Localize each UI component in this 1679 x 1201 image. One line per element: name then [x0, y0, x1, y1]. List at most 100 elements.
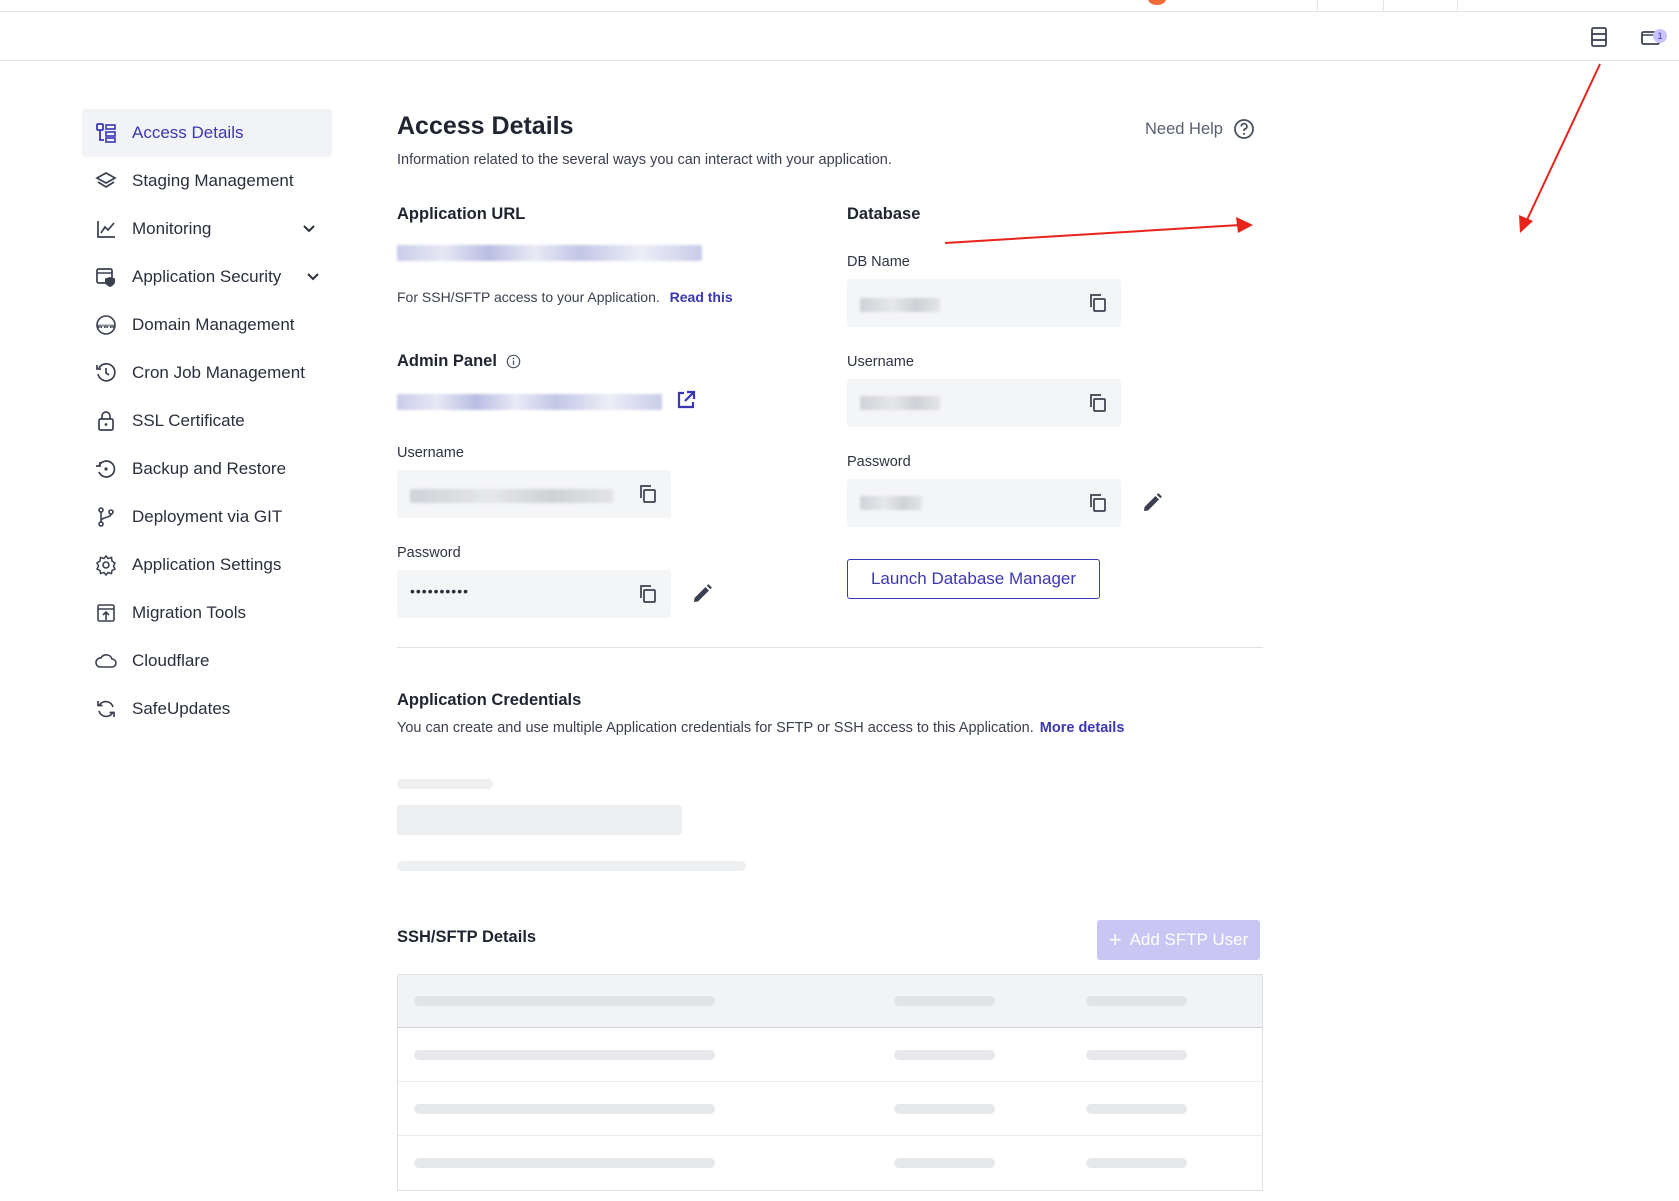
- info-icon[interactable]: [506, 354, 521, 369]
- sidebar-item-label: Backup and Restore: [132, 459, 287, 478]
- db-password-label: Password: [847, 454, 911, 470]
- status-dot: [1148, 0, 1166, 5]
- copy-icon[interactable]: [1087, 292, 1109, 314]
- application-url-value-redacted[interactable]: [397, 245, 702, 261]
- sidebar-item-label: Deployment via GIT: [132, 507, 283, 526]
- db-password-value-redacted: [860, 496, 922, 510]
- database-title: Database: [847, 205, 921, 223]
- admin-username-value-redacted: [410, 489, 613, 503]
- shield-window-icon: [94, 265, 118, 289]
- sidebar-item-cron-job-management[interactable]: Cron Job Management: [82, 349, 332, 397]
- sidebar-item-label: SSL Certificate: [132, 411, 245, 430]
- layers-icon: [94, 169, 118, 193]
- sidebar-item-access-details[interactable]: Access Details: [82, 109, 332, 157]
- svg-text:www: www: [97, 322, 115, 330]
- credentials-description-text: You can create and use multiple Applicat…: [397, 720, 1034, 736]
- lock-icon: [94, 409, 118, 433]
- backup-restore-icon: [94, 457, 118, 481]
- need-help-link[interactable]: Need Help: [1145, 118, 1255, 140]
- sidebar-item-deployment-via-git[interactable]: Deployment via GIT: [82, 493, 332, 541]
- loading-skeleton: [1086, 996, 1187, 1006]
- git-branch-icon: [94, 505, 118, 529]
- top-separator: [1317, 0, 1318, 12]
- admin-password-field[interactable]: ••••••••••: [397, 570, 671, 618]
- table-row: [398, 1136, 1262, 1190]
- question-circle-icon: [1234, 119, 1254, 139]
- credentials-description: You can create and use multiple Applicat…: [397, 720, 1124, 736]
- ssh-access-note-text: For SSH/SFTP access to your Application.: [397, 289, 660, 305]
- need-help-label: Need Help: [1145, 119, 1223, 138]
- annotation-arrow-diagonal: [1519, 63, 1601, 233]
- read-this-link[interactable]: Read this: [670, 289, 733, 305]
- list-details-icon: [94, 121, 118, 145]
- notification-badge: 1: [1653, 29, 1667, 43]
- loading-skeleton: [397, 779, 493, 789]
- annotation-arrow-horizontal: [944, 217, 1253, 244]
- copy-icon[interactable]: [1087, 392, 1109, 414]
- sidebar-item-staging-management[interactable]: Staging Management: [82, 157, 332, 205]
- loading-skeleton: [414, 996, 715, 1006]
- server-list-icon[interactable]: [1586, 24, 1612, 50]
- loading-skeleton: [1086, 1104, 1187, 1114]
- db-name-field[interactable]: [847, 279, 1121, 327]
- sidebar-item-application-settings[interactable]: Application Settings: [82, 541, 332, 589]
- application-url-title: Application URL: [397, 205, 526, 223]
- top-separator: [1457, 0, 1458, 12]
- sidebar-item-application-security[interactable]: Application Security: [82, 253, 332, 301]
- plus-icon: +: [1108, 927, 1122, 952]
- copy-icon[interactable]: [637, 483, 659, 505]
- external-link-icon[interactable]: [674, 388, 698, 412]
- add-sftp-user-label: Add SFTP User: [1129, 930, 1249, 949]
- loading-skeleton: [894, 996, 995, 1006]
- admin-panel-title: Admin Panel: [397, 352, 521, 371]
- table-row: [398, 1028, 1262, 1082]
- add-sftp-user-button[interactable]: + Add SFTP User: [1097, 920, 1260, 960]
- gear-icon: [94, 553, 118, 577]
- history-clock-icon: [94, 361, 118, 385]
- admin-username-field[interactable]: [397, 470, 671, 518]
- admin-password-label: Password: [397, 545, 461, 561]
- top-bar: 1: [0, 12, 1679, 61]
- sidebar-item-migration-tools[interactable]: Migration Tools: [82, 589, 332, 637]
- edit-pencil-icon[interactable]: [1140, 491, 1164, 515]
- copy-icon[interactable]: [637, 583, 659, 605]
- sidebar-item-cloudflare[interactable]: Cloudflare: [82, 637, 332, 685]
- sidebar-item-label: Access Details: [132, 123, 244, 142]
- sidebar-item-label: Cloudflare: [132, 651, 210, 670]
- loading-skeleton: [414, 1104, 715, 1114]
- db-name-value-redacted: [860, 298, 940, 312]
- sidebar-item-domain-management[interactable]: www Domain Management: [82, 301, 332, 349]
- db-password-field[interactable]: [847, 479, 1121, 527]
- admin-panel-url-redacted[interactable]: [397, 394, 662, 410]
- loading-skeleton: [1086, 1050, 1187, 1060]
- db-username-label: Username: [847, 354, 914, 370]
- sidebar-item-label: Application Security: [132, 267, 282, 286]
- loading-skeleton: [894, 1104, 995, 1114]
- page-title: Access Details: [397, 112, 574, 140]
- sidebar-item-ssl-certificate[interactable]: SSL Certificate: [82, 397, 332, 445]
- chevron-down-icon[interactable]: [304, 267, 322, 285]
- sidebar-item-safeupdates[interactable]: SafeUpdates: [82, 685, 332, 733]
- sidebar-item-label: SafeUpdates: [132, 699, 231, 718]
- copy-icon[interactable]: [1087, 492, 1109, 514]
- chevron-down-icon[interactable]: [300, 219, 318, 237]
- loading-skeleton: [894, 1158, 995, 1168]
- db-username-field[interactable]: [847, 379, 1121, 427]
- loading-skeleton: [414, 1158, 715, 1168]
- db-username-value-redacted: [860, 396, 940, 410]
- refresh-icon: [94, 697, 118, 721]
- sidebar-item-label: Domain Management: [132, 315, 295, 334]
- loading-skeleton: [397, 861, 746, 871]
- launch-database-manager-button[interactable]: Launch Database Manager: [847, 559, 1100, 599]
- cloud-icon: [94, 649, 118, 673]
- loading-skeleton: [1086, 1158, 1187, 1168]
- top-separator: [1383, 0, 1384, 12]
- edit-pencil-icon[interactable]: [690, 582, 714, 606]
- www-globe-icon: www: [94, 313, 118, 337]
- sidebar-item-backup-and-restore[interactable]: Backup and Restore: [82, 445, 332, 493]
- more-details-link[interactable]: More details: [1040, 720, 1125, 736]
- sidebar-item-label: Staging Management: [132, 171, 294, 190]
- sidebar-item-monitoring[interactable]: Monitoring: [82, 205, 332, 253]
- sidebar-item-label: Application Settings: [132, 555, 282, 574]
- sidebar-item-label: Cron Job Management: [132, 363, 305, 382]
